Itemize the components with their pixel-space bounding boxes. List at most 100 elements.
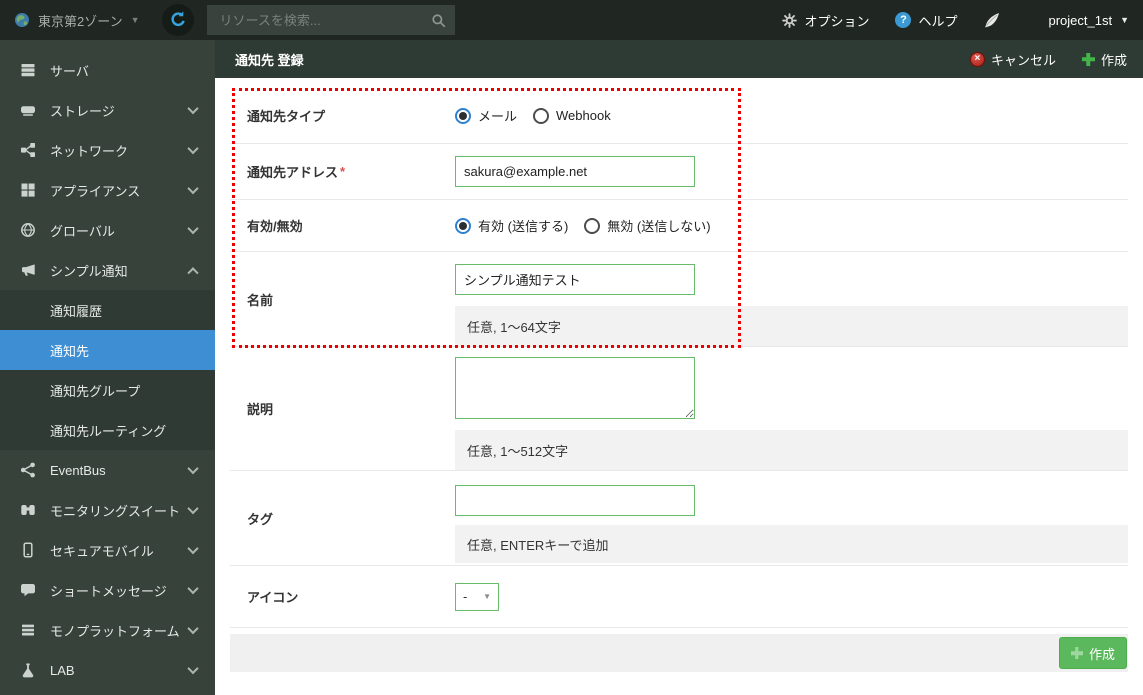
create-submit-button[interactable]: 作成 [1058, 637, 1127, 669]
form-row-tags: タグ 任意, ENTERキーで追加 [230, 471, 1128, 566]
cancel-x-icon [969, 51, 985, 67]
radio-option-enabled[interactable]: 有効 (送信する) [455, 216, 568, 235]
options-label: オプション [804, 13, 870, 29]
enabled-field-label: 有効/無効 [247, 219, 303, 234]
refresh-icon [167, 9, 189, 31]
chevron-down-icon [187, 622, 199, 635]
sidebar-item-eventbus[interactable]: EventBus [0, 450, 215, 490]
name-help-text: 任意, 1〜64文字 [455, 306, 1128, 346]
sidebar-subitem-notification-history[interactable]: 通知履歴 [0, 290, 215, 330]
help-button[interactable]: ヘルプ [895, 11, 957, 30]
sidebar-item-mono-platform[interactable]: モノプラットフォーム [0, 610, 215, 650]
radio-option-disabled[interactable]: 無効 (送信しない) [584, 216, 711, 235]
caret-down-icon: ▼ [130, 14, 140, 25]
description-textarea[interactable] [455, 357, 695, 419]
name-field-label: 名前 [247, 292, 274, 308]
storage-icon [20, 102, 36, 118]
sidebar-item-monitoring-suite[interactable]: モニタリングスイート [0, 490, 215, 530]
search-box [206, 5, 455, 35]
body-region: サーバ ストレージ ネットワーク アプライアンス グローバル シンプル通知 通知… [0, 40, 1143, 695]
appliance-icon [20, 182, 36, 198]
chevron-down-icon [187, 582, 199, 595]
bars-icon [20, 622, 36, 638]
options-button[interactable]: オプション [782, 11, 869, 30]
search-input[interactable] [217, 11, 431, 29]
icon-select[interactable]: - ▼ [455, 582, 499, 611]
radio-unselected-icon[interactable] [584, 217, 601, 234]
sidebar-subitem-label: 通知先 [50, 343, 90, 359]
sidebar-subitem-destination-group[interactable]: 通知先グループ [0, 370, 215, 410]
sidebar-item-label: サーバ [50, 63, 89, 79]
zone-globe-icon [14, 12, 30, 28]
sidebar-item-secure-mobile[interactable]: セキュアモバイル [0, 530, 215, 570]
project-selector[interactable]: project_1st ▼ [1048, 13, 1129, 28]
chat-icon [20, 582, 36, 598]
form-row-type: 通知先タイプ メール Webhook [230, 88, 1128, 144]
description-help-text: 任意, 1〜512文字 [455, 430, 1128, 470]
chevron-down-icon [187, 142, 199, 155]
sidebar-item-lab[interactable]: LAB [0, 650, 215, 690]
address-field-label: 通知先アドレス * [230, 144, 455, 199]
sidebar-item-simple-notification[interactable]: シンプル通知 [0, 250, 215, 290]
radio-label: Webhook [556, 108, 611, 123]
sidebar-subitem-notification-destination[interactable]: 通知先 [0, 330, 215, 370]
chevron-down-icon [187, 222, 199, 235]
description-field-label: 説明 [247, 402, 274, 417]
sidebar-item-label: LAB [50, 662, 75, 678]
page-title: 通知先 登録 [235, 52, 304, 68]
address-input[interactable] [455, 156, 695, 187]
tags-field-label: タグ [247, 511, 274, 527]
registration-form: 通知先タイプ メール Webhook 通知先アドレス * sakura@exam… [215, 78, 1143, 695]
binoculars-icon [20, 502, 36, 518]
radio-label: 無効 (送信しない) [607, 219, 711, 234]
help-icon [895, 12, 912, 28]
share-icon [20, 462, 36, 478]
mobile-icon [20, 542, 36, 558]
sidebar-item-appliance[interactable]: アプライアンス [0, 170, 215, 210]
caret-down-icon: ▼ [483, 592, 491, 601]
globe-icon [20, 222, 36, 238]
gear-icon [782, 12, 798, 28]
sidebar-item-global[interactable]: グローバル [0, 210, 215, 250]
radio-option-webhook[interactable]: Webhook [533, 107, 611, 124]
radio-selected-icon[interactable] [455, 217, 471, 234]
radio-option-mail[interactable]: メール [455, 106, 517, 125]
zone-label: 東京第2ゾーン [38, 13, 123, 29]
sidebar-item-label: モノプラットフォーム [50, 623, 180, 639]
caret-down-icon: ▼ [1120, 14, 1129, 25]
refresh-button[interactable] [161, 4, 194, 36]
create-button-label: 作成 [1100, 52, 1127, 68]
feedback-button[interactable] [983, 12, 1000, 29]
form-row-icon: アイコン - ▼ [230, 566, 1128, 628]
sidebar-item-label: ショートメッセージ [50, 583, 167, 599]
radio-selected-icon[interactable] [455, 107, 471, 124]
sidebar-item-network[interactable]: ネットワーク [0, 130, 215, 170]
sidebar-item-label: ネットワーク [50, 143, 129, 159]
megaphone-icon [20, 262, 36, 278]
zone-selector[interactable]: 東京第2ゾーン ▼ [14, 11, 140, 30]
sidebar-item-short-message[interactable]: ショートメッセージ [0, 570, 215, 610]
tags-input[interactable] [455, 485, 695, 516]
name-input[interactable] [455, 264, 695, 295]
create-header-button[interactable]: 作成 [1082, 50, 1127, 69]
sidebar-item-server[interactable]: サーバ [0, 50, 215, 90]
cancel-button[interactable]: キャンセル [969, 50, 1056, 69]
project-label: project_1st [1048, 12, 1113, 28]
plus-icon [1082, 53, 1095, 66]
sidebar-item-label: ストレージ [50, 103, 115, 119]
chevron-down-icon [187, 462, 199, 475]
form-row-enabled: 有効/無効 有効 (送信する) 無効 (送信しない) [230, 200, 1128, 252]
tags-help-text: 任意, ENTERキーで追加 [455, 525, 1128, 563]
simple-notification-submenu: 通知履歴 通知先 通知先グループ 通知先ルーティング [0, 290, 215, 450]
form-row-address: 通知先アドレス * [230, 144, 1128, 200]
search-icon [431, 13, 446, 28]
icon-select-value: - [463, 589, 468, 604]
chevron-down-icon [187, 502, 199, 515]
form-row-name: 名前 任意, 1〜64文字 [230, 252, 1128, 347]
sidebar-item-storage[interactable]: ストレージ [0, 90, 215, 130]
sidebar-subitem-label: 通知先ルーティング [50, 423, 167, 439]
radio-unselected-icon[interactable] [533, 107, 550, 124]
sidebar-subitem-destination-routing[interactable]: 通知先ルーティング [0, 410, 215, 450]
plus-icon [1071, 647, 1083, 659]
enabled-radio-group: 有効 (送信する) 無効 (送信しない) [455, 216, 1128, 235]
